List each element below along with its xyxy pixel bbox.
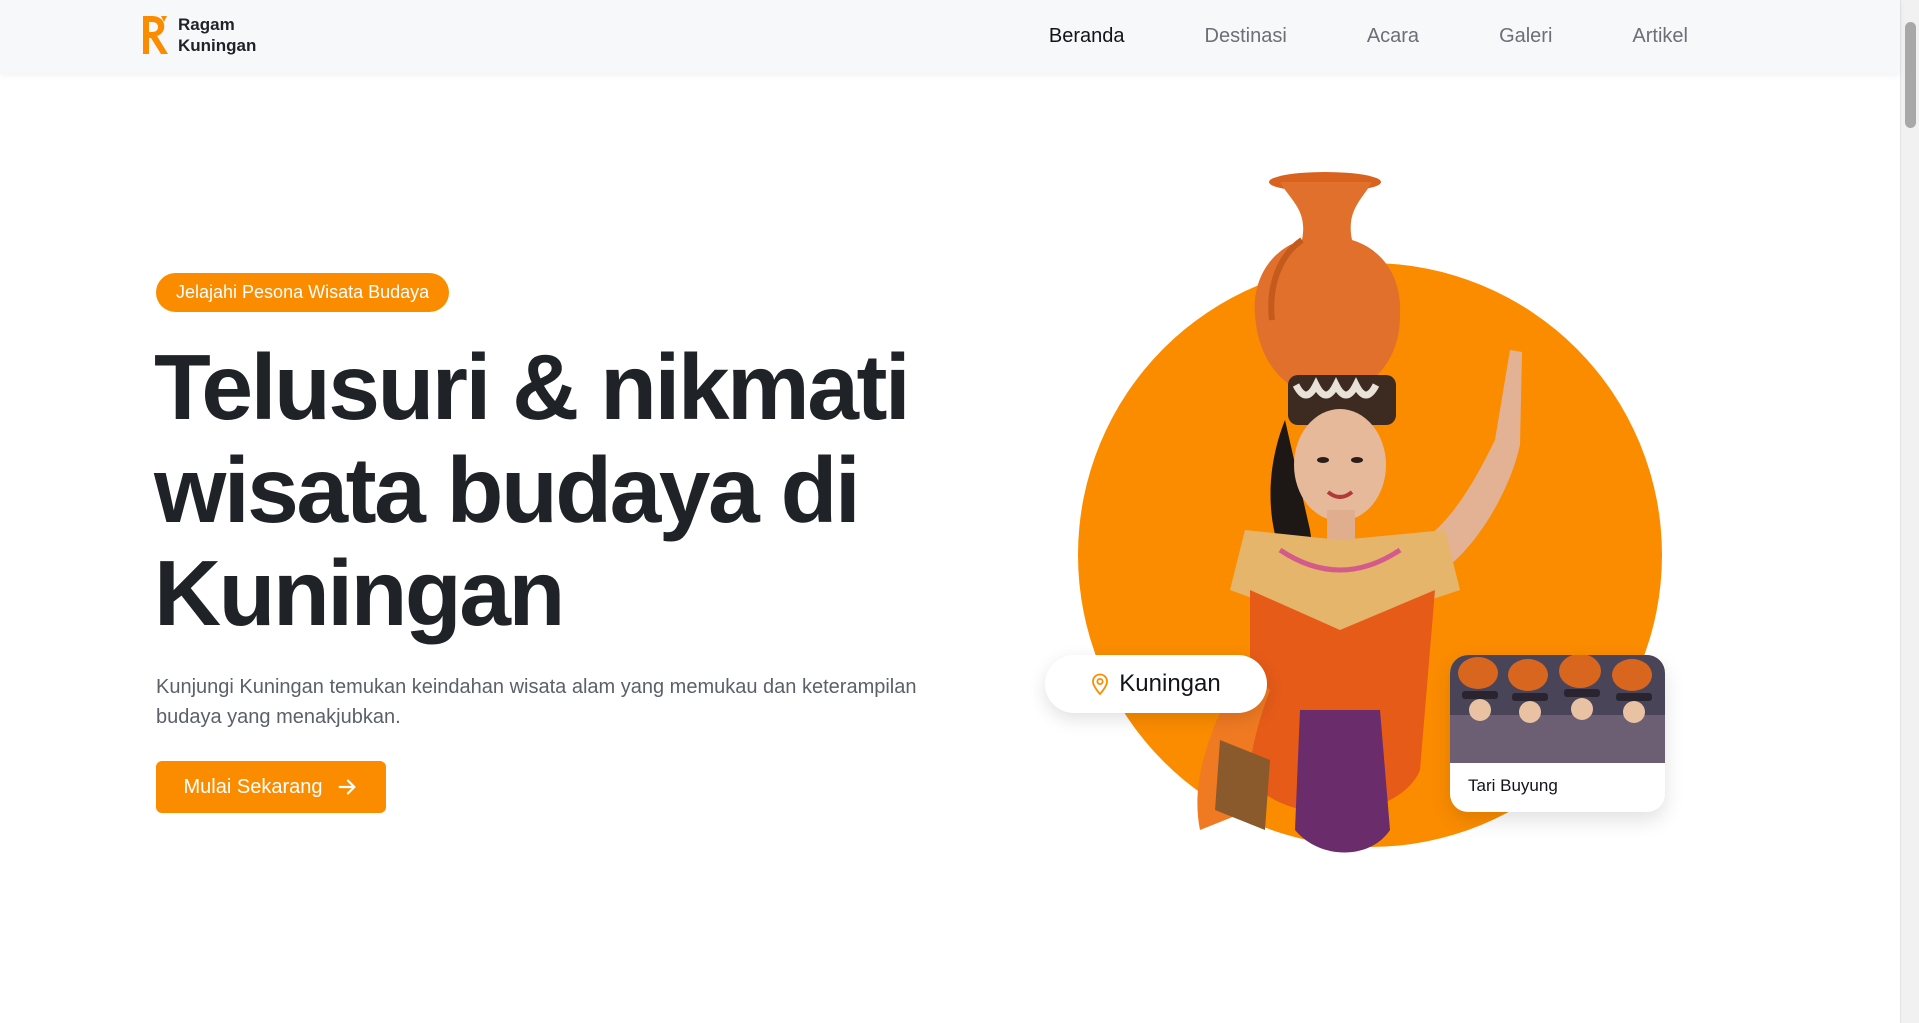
start-now-button[interactable]: Mulai Sekarang — [156, 761, 386, 813]
page-scrollbar[interactable] — [1900, 0, 1919, 1023]
map-pin-icon — [1092, 673, 1109, 695]
featured-dance-caption: Tari Buyung — [1468, 776, 1558, 795]
hero-title-line: wisata budaya di — [154, 438, 861, 542]
nav-item-artikel[interactable]: Artikel — [1632, 25, 1688, 48]
nav-item-galeri[interactable]: Galeri — [1499, 25, 1552, 48]
clay-jar-icon — [1254, 172, 1401, 385]
top-navbar: Ragam Kuningan Beranda Destinasi Acara G… — [0, 0, 1900, 73]
main-nav: Beranda Destinasi Acara Galeri Artikel — [1049, 0, 1688, 73]
nav-item-acara[interactable]: Acara — [1367, 25, 1419, 48]
nav-item-destinasi[interactable]: Destinasi — [1205, 25, 1287, 48]
scrollbar-thumb[interactable] — [1905, 22, 1916, 128]
arrow-right-icon — [339, 779, 356, 795]
brand-name-line1: Ragam — [178, 15, 235, 34]
hero-title-line: Kuningan — [154, 541, 565, 645]
tari-buyung-thumbnail — [1450, 655, 1665, 763]
brand-logo-icon — [143, 16, 168, 54]
brand-name: Ragam Kuningan — [178, 14, 256, 56]
hero-title: Telusuri & nikmati wisata budaya di Kuni… — [154, 336, 974, 645]
nav-item-beranda[interactable]: Beranda — [1049, 25, 1125, 48]
location-pill[interactable]: Kuningan — [1045, 655, 1267, 713]
brand-logo[interactable]: Ragam Kuningan — [140, 14, 256, 56]
hero-description: Kunjungi Kuningan temukan keindahan wisa… — [156, 676, 917, 728]
hero-badge: Jelajahi Pesona Wisata Budaya — [156, 273, 450, 312]
featured-dance-card[interactable]: Tari Buyung — [1450, 655, 1665, 812]
brand-name-line2: Kuningan — [178, 36, 257, 55]
location-pill-label: Kuningan — [1119, 670, 1221, 697]
hero-title-line: Telusuri & nikmati — [154, 335, 911, 439]
start-now-button-label: Mulai Sekarang — [183, 775, 323, 798]
